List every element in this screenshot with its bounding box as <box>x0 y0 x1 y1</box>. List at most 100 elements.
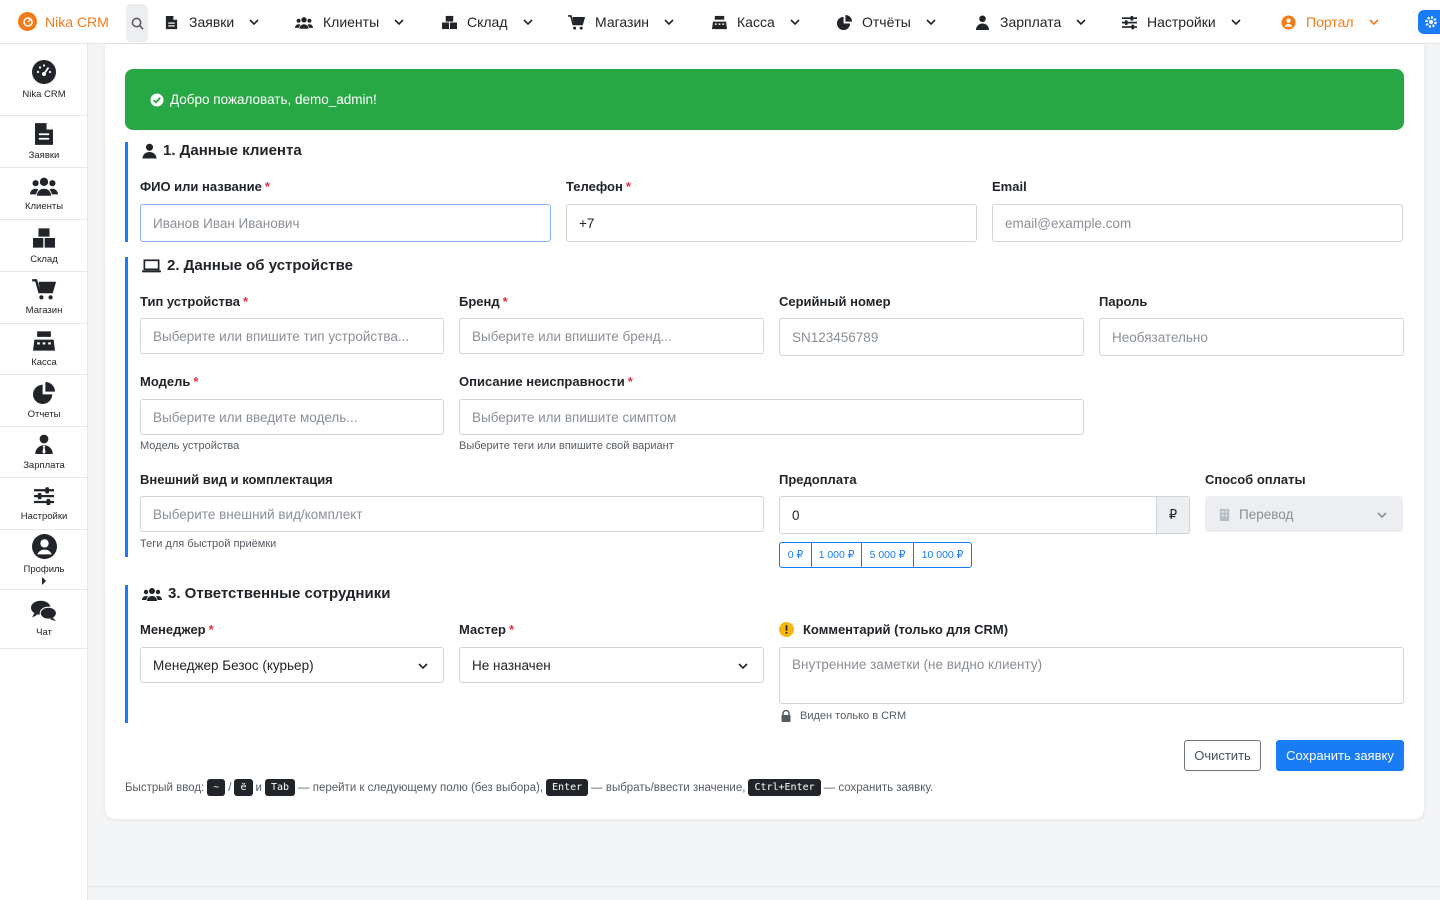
gear-button[interactable] <box>1418 10 1440 34</box>
sliders-icon <box>1122 15 1137 29</box>
comment-hint: Виден только в CRM <box>781 710 906 722</box>
quick-amount-button[interactable]: 1 000 ₽ <box>812 543 862 567</box>
chevron-down-icon <box>394 19 404 26</box>
chevron-down-icon <box>790 19 800 26</box>
clear-button[interactable]: Очистить <box>1184 740 1261 771</box>
sidebar-item-cashbox[interactable]: Касса <box>0 324 88 375</box>
sidebar-item-dashboard[interactable]: Nika CRM <box>0 44 88 116</box>
nav-label: Магазин <box>595 14 650 30</box>
nav-item-clients[interactable]: Клиенты <box>295 0 405 44</box>
brand-input[interactable]: Выберите или впишите бренд... <box>459 318 764 354</box>
master-label: Мастер * <box>459 622 515 637</box>
email-input[interactable]: email@example.com <box>992 204 1403 242</box>
sidebar-item-chat[interactable]: Чат <box>0 590 88 649</box>
user-icon <box>142 143 157 158</box>
save-request-button[interactable]: Сохранить заявку <box>1276 740 1404 771</box>
appearance-label: Внешний вид и комплектация <box>140 472 333 487</box>
cash-register-icon <box>33 331 55 351</box>
quick-amount-button[interactable]: 10 000 ₽ <box>914 543 971 567</box>
sidebar-item-reports[interactable]: Отчеты <box>0 375 88 427</box>
fault-input[interactable]: Выберите или впишите симптом <box>459 399 1084 435</box>
nav-item-cashbox[interactable]: Касса <box>712 0 801 44</box>
phone-label: Телефон * <box>566 179 631 194</box>
serial-input[interactable]: SN123456789 <box>779 318 1084 356</box>
sidebar-item-label: Профиль <box>23 564 65 575</box>
pie-chart-icon <box>837 14 852 30</box>
master-select[interactable]: Не назначен <box>459 647 764 683</box>
quick-amount-button[interactable]: 5 000 ₽ <box>862 543 914 567</box>
quick-amount-button[interactable]: 0 ₽ <box>780 543 812 567</box>
nav-item-settings[interactable]: Настройки <box>1122 0 1242 44</box>
nav-item-warehouse[interactable]: Склад <box>442 0 534 44</box>
nav-item-shop[interactable]: Магазин <box>568 0 675 44</box>
sidebar: Nika CRM Заявки Клиенты Склад Магазин Ка… <box>0 44 88 900</box>
sidebar-item-label: Настройки <box>20 510 68 522</box>
sidebar-item-label: Магазин <box>25 305 63 316</box>
nav-item-salary[interactable]: Зарплата <box>975 0 1087 44</box>
sidebar-item-shop[interactable]: Магазин <box>0 272 88 324</box>
nav-item-portal[interactable]: Портал <box>1281 0 1380 44</box>
brand-logo-icon <box>18 12 37 31</box>
sidebar-item-label: Отчеты <box>27 408 61 420</box>
sidebar-item-warehouse[interactable]: Склад <box>0 220 88 272</box>
gear-icon <box>1425 16 1437 28</box>
fault-label: Описание неисправности * <box>459 374 633 389</box>
sidebar-item-salary[interactable]: Зарплата <box>0 427 88 478</box>
nav-item-requests[interactable]: Заявки <box>164 0 260 44</box>
manager-label: Менеджер * <box>140 622 214 637</box>
sidebar-item-requests[interactable]: Заявки <box>0 116 88 168</box>
model-label: Модель * <box>140 374 199 389</box>
main-nav: Заявки Клиенты Склад Магазин Касса Отчёт… <box>0 0 1440 44</box>
cart-icon <box>568 14 585 30</box>
chevron-down-icon <box>1231 19 1241 26</box>
sidebar-item-label: Заявки <box>28 149 60 161</box>
prepay-input[interactable]: 0 <box>779 496 1157 534</box>
welcome-alert: Добро пожаловать, demo_admin! <box>125 69 1404 130</box>
nav-item-reports[interactable]: Отчёты <box>837 0 937 44</box>
email-label: Email <box>992 179 1027 194</box>
nav-label: Заявки <box>189 14 235 30</box>
nav-label: Касса <box>737 14 775 30</box>
appearance-hint: Теги для быстрой приёмки <box>140 538 277 550</box>
serial-label: Серийный номер <box>779 294 891 309</box>
boxes-icon <box>442 15 457 29</box>
kbd-tilde: ~ <box>207 779 226 796</box>
name-input[interactable]: Иванов Иван Иванович <box>140 204 551 242</box>
sidebar-item-label: Чат <box>36 627 52 638</box>
sidebar-item-label: Nika CRM <box>22 88 66 100</box>
password-input[interactable]: Необязательно <box>1099 318 1404 356</box>
sliders-icon <box>34 486 54 505</box>
model-hint: Модель устройства <box>140 440 240 452</box>
device-type-input[interactable]: Выберите или впишите тип устройства... <box>140 318 444 354</box>
model-input[interactable]: Выберите или введите модель... <box>140 399 444 435</box>
appearance-input[interactable]: Выберите внешний вид/комплект <box>140 496 764 532</box>
users-icon <box>295 16 313 29</box>
manager-select[interactable]: Менеджер Безос (курьер) <box>140 647 444 683</box>
users-icon <box>30 177 58 196</box>
payment-method-select[interactable]: Перевод <box>1205 496 1403 532</box>
sidebar-item-settings[interactable]: Настройки <box>0 478 88 530</box>
chevron-down-icon <box>249 19 259 26</box>
cash-register-icon <box>712 15 727 29</box>
currency-addon: ₽ <box>1156 496 1190 534</box>
info-warning-icon <box>779 622 794 637</box>
phone-input[interactable]: +7 <box>566 204 977 242</box>
document-icon <box>165 15 178 29</box>
search-button[interactable] <box>126 4 148 42</box>
prepay-quick-buttons: 0 ₽ 1 000 ₽ 5 000 ₽ 10 000 ₽ <box>779 542 972 568</box>
alert-text: Добро пожаловать, demo_admin! <box>170 92 377 107</box>
chevron-down-icon <box>1368 19 1379 26</box>
chevron-down-icon <box>418 663 428 670</box>
nav-label: Настройки <box>1147 14 1216 30</box>
prepay-label: Предоплата <box>779 472 857 487</box>
nav-label: Клиенты <box>323 14 380 30</box>
brand[interactable]: Nika CRM <box>0 12 120 31</box>
nav-label: Зарплата <box>1000 14 1062 30</box>
pie-chart-icon <box>33 381 55 404</box>
user-tie-icon <box>35 434 53 454</box>
chevron-down-icon <box>1076 19 1086 26</box>
cart-icon <box>32 279 56 300</box>
sidebar-item-clients[interactable]: Клиенты <box>0 168 88 220</box>
comment-textarea[interactable]: Внутренние заметки (не видно клиенту) <box>779 647 1404 704</box>
sidebar-item-profile[interactable]: Профиль <box>0 530 88 590</box>
